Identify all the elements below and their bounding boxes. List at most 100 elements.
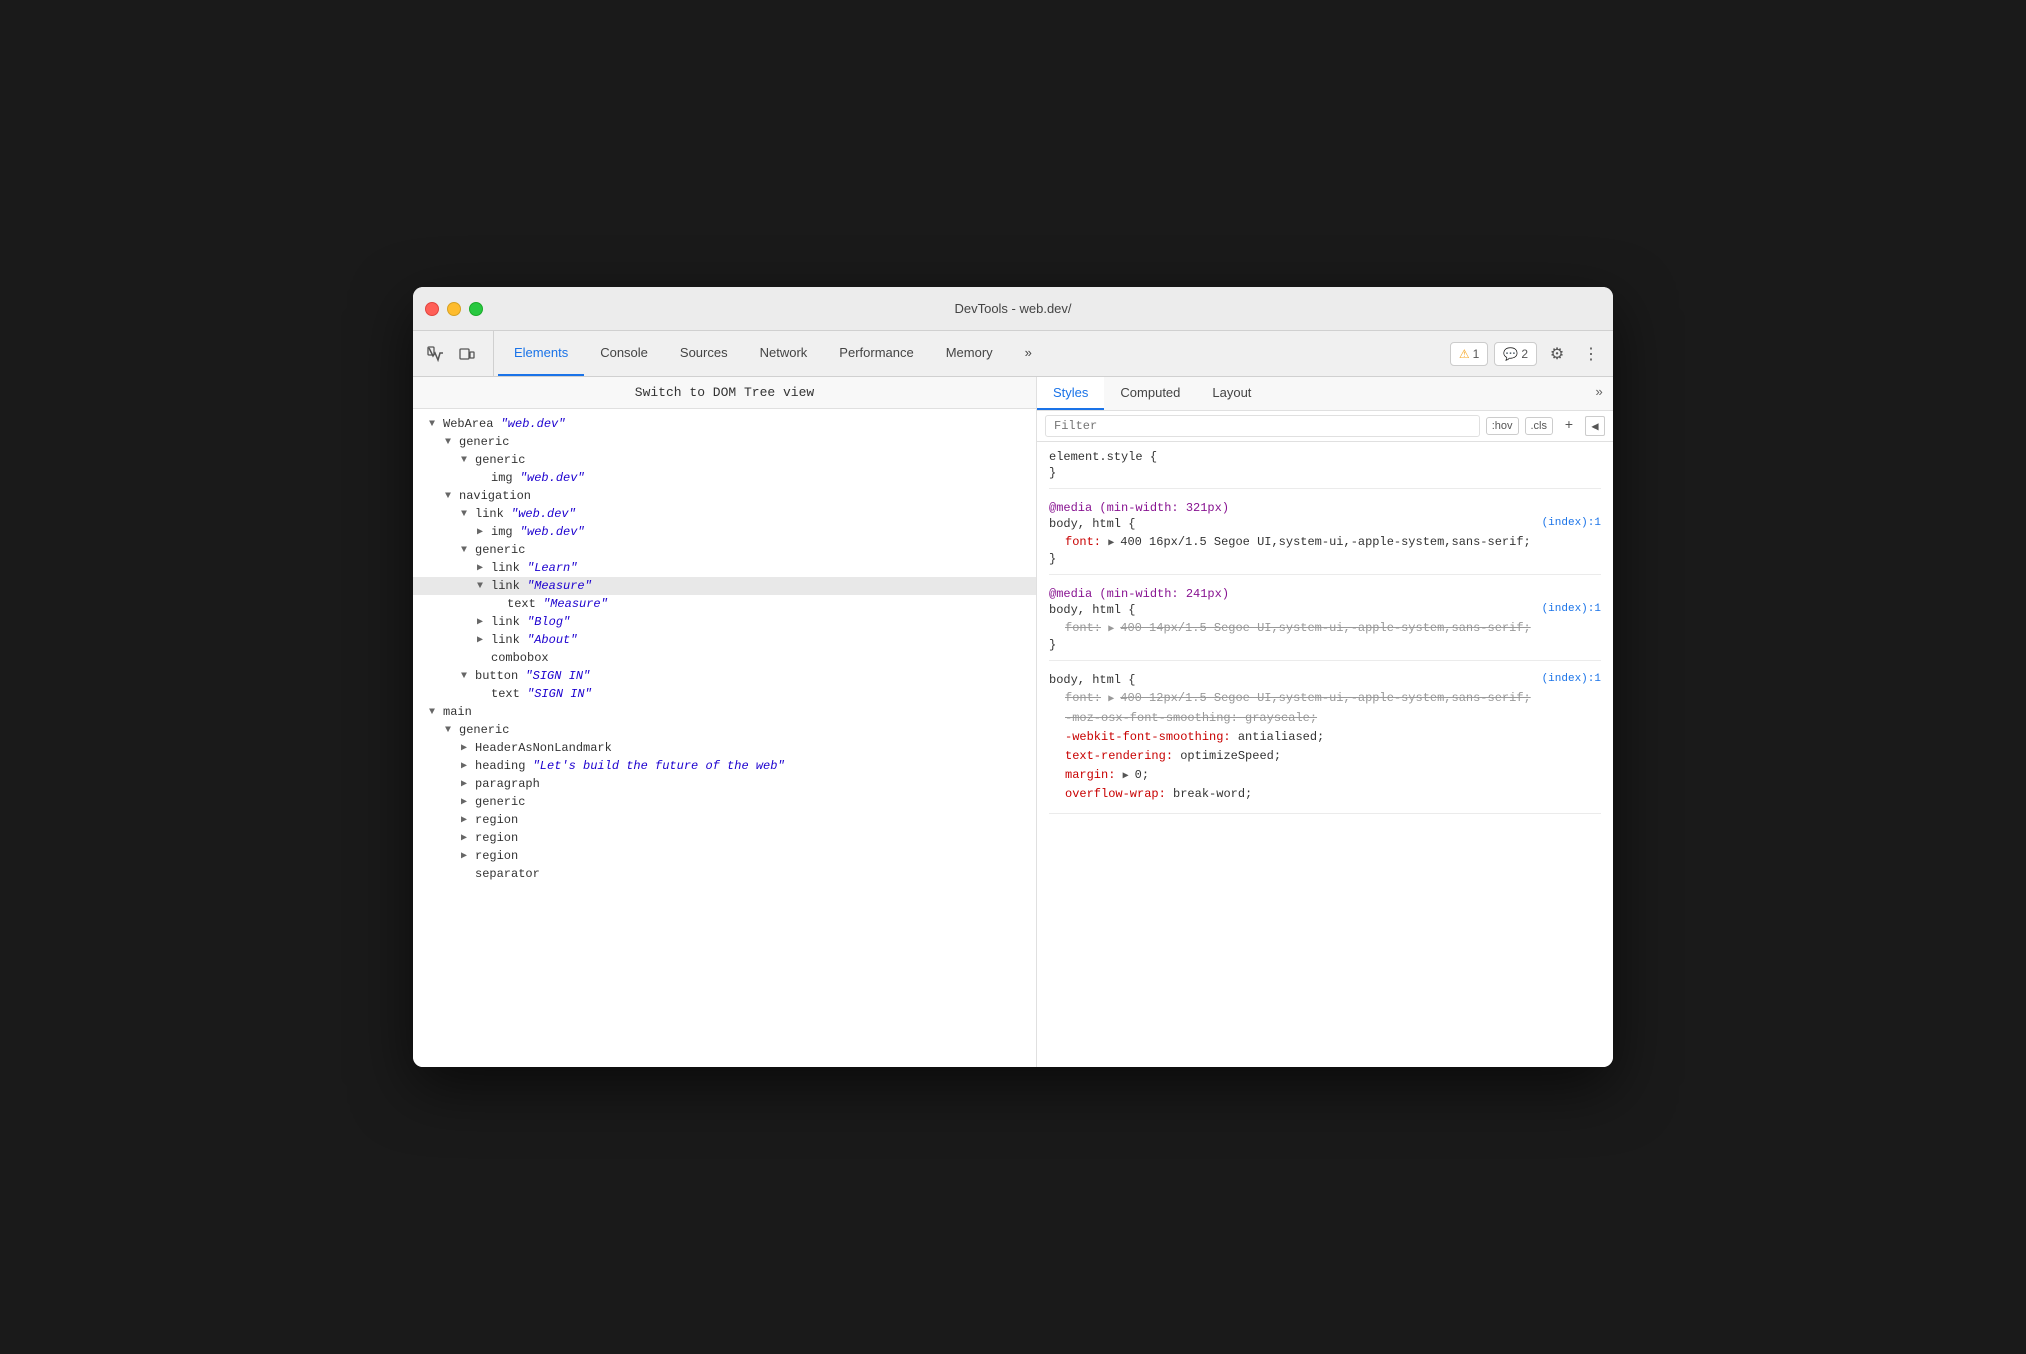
tree-row-selected[interactable]: link "Measure": [413, 577, 1036, 595]
tree-expand-arrow[interactable]: [461, 545, 475, 556]
toolbar-icons: [421, 331, 494, 376]
tree-row[interactable]: img "web.dev": [413, 469, 1036, 487]
tree-expand-arrow[interactable]: [461, 796, 475, 808]
tree-row[interactable]: region: [413, 847, 1036, 865]
warning-icon: ⚠: [1459, 347, 1470, 361]
tree-expand-arrow[interactable]: [461, 814, 475, 826]
tree-expand-arrow[interactable]: [461, 671, 475, 682]
tab-console[interactable]: Console: [584, 331, 664, 376]
tree-expand-arrow[interactable]: [429, 419, 443, 430]
tree-row[interactable]: generic: [413, 451, 1036, 469]
tree-row[interactable]: main: [413, 703, 1036, 721]
tree-row[interactable]: WebArea "web.dev": [413, 415, 1036, 433]
add-style-button[interactable]: +: [1559, 416, 1579, 436]
tree-expand-arrow[interactable]: [461, 760, 475, 772]
tree-row[interactable]: button "SIGN IN": [413, 667, 1036, 685]
style-block-media-241: @media (min-width: 241px) body, html { (…: [1049, 587, 1601, 661]
style-source[interactable]: (index):1: [1542, 603, 1601, 615]
tree-row[interactable]: text "SIGN IN": [413, 685, 1036, 703]
styles-tab-more[interactable]: »: [1585, 377, 1613, 410]
tree-expand-arrow[interactable]: [461, 778, 475, 790]
maximize-button[interactable]: [469, 302, 483, 316]
style-source[interactable]: (index):1: [1542, 517, 1601, 529]
tab-memory[interactable]: Memory: [930, 331, 1009, 376]
tree-row[interactable]: separator: [413, 865, 1036, 883]
toolbar: Elements Console Sources Network Perform…: [413, 331, 1613, 377]
toolbar-right: ⚠ 1 💬 2 ⚙ ⋮: [1450, 331, 1605, 376]
settings-icon[interactable]: ⚙: [1543, 340, 1571, 368]
tree-expand-arrow[interactable]: [477, 526, 491, 538]
tab-styles[interactable]: Styles: [1037, 377, 1104, 410]
tree-expand-arrow[interactable]: [461, 850, 475, 862]
tree-row[interactable]: combobox: [413, 649, 1036, 667]
window-title: DevTools - web.dev/: [954, 301, 1071, 316]
cls-button[interactable]: .cls: [1525, 417, 1554, 435]
styles-tabs: Styles Computed Layout »: [1037, 377, 1613, 411]
tree-row[interactable]: generic: [413, 541, 1036, 559]
style-selector: body, html { (index):1: [1049, 603, 1601, 617]
tab-performance[interactable]: Performance: [823, 331, 929, 376]
tree-expand-arrow[interactable]: [445, 437, 459, 448]
close-button[interactable]: [425, 302, 439, 316]
tree-row[interactable]: region: [413, 811, 1036, 829]
tree-row[interactable]: text "Measure": [413, 595, 1036, 613]
tree-row[interactable]: generic: [413, 433, 1036, 451]
style-selector: element.style {: [1049, 450, 1601, 464]
tab-computed[interactable]: Computed: [1104, 377, 1196, 410]
tree-row[interactable]: link "Learn": [413, 559, 1036, 577]
filter-input[interactable]: [1045, 415, 1480, 437]
styles-panel: Styles Computed Layout » :hov .cls +: [1037, 377, 1613, 1067]
device-toggle-icon[interactable]: [453, 340, 481, 368]
tree-expand-arrow[interactable]: [477, 616, 491, 628]
scroll-into-view-button[interactable]: ◀: [1585, 416, 1605, 436]
tree-row[interactable]: paragraph: [413, 775, 1036, 793]
style-rule-webkit4: overflow-wrap: break-word;: [1049, 785, 1601, 804]
inspect-icon[interactable]: [421, 340, 449, 368]
tree-row[interactable]: HeaderAsNonLandmark: [413, 739, 1036, 757]
title-bar: DevTools - web.dev/: [413, 287, 1613, 331]
style-selector: body, html { (index):1: [1049, 673, 1601, 687]
style-source[interactable]: (index):1: [1542, 673, 1601, 685]
tree-expand-arrow[interactable]: [461, 455, 475, 466]
minimize-button[interactable]: [447, 302, 461, 316]
tab-sources[interactable]: Sources: [664, 331, 744, 376]
tree-expand-arrow[interactable]: [429, 707, 443, 718]
tree-row[interactable]: link "Blog": [413, 613, 1036, 631]
style-media-query: @media (min-width: 241px): [1049, 587, 1601, 601]
dom-switch-bar[interactable]: Switch to DOM Tree view: [413, 377, 1036, 409]
tree-row[interactable]: heading "Let's build the future of the w…: [413, 757, 1036, 775]
tab-network[interactable]: Network: [744, 331, 824, 376]
tree-expand-arrow[interactable]: [461, 832, 475, 844]
info-badge[interactable]: 💬 2: [1494, 342, 1537, 366]
tree-expand-arrow[interactable]: [461, 509, 475, 520]
margin-expand-arrow[interactable]: ▶: [1123, 771, 1135, 782]
tree-row[interactable]: link "web.dev": [413, 505, 1036, 523]
tab-more[interactable]: »: [1009, 331, 1048, 376]
warning-count: 1: [1473, 347, 1480, 361]
tree-row[interactable]: img "web.dev": [413, 523, 1036, 541]
tree-expand-arrow[interactable]: [477, 562, 491, 574]
dom-tree[interactable]: WebArea "web.dev" generic generic: [413, 409, 1036, 1067]
tree-row[interactable]: region: [413, 829, 1036, 847]
tree-row[interactable]: navigation: [413, 487, 1036, 505]
style-rule-strikethrough: font: ▶ 400 12px/1.5 Segoe UI,system-ui,…: [1049, 689, 1601, 708]
tab-elements[interactable]: Elements: [498, 331, 584, 376]
warning-badge[interactable]: ⚠ 1: [1450, 342, 1488, 366]
tree-expand-arrow[interactable]: [445, 725, 459, 736]
tree-row[interactable]: link "About": [413, 631, 1036, 649]
info-icon: 💬: [1503, 347, 1518, 361]
tree-row[interactable]: generic: [413, 793, 1036, 811]
tab-layout[interactable]: Layout: [1196, 377, 1267, 410]
tree-expand-arrow[interactable]: [477, 634, 491, 646]
more-options-icon[interactable]: ⋮: [1577, 340, 1605, 368]
tree-expand-arrow[interactable]: [477, 581, 491, 592]
tree-expand-arrow[interactable]: [461, 742, 475, 754]
style-rule-webkit1: -webkit-font-smoothing: antialiased;: [1049, 728, 1601, 747]
tree-row[interactable]: generic: [413, 721, 1036, 739]
font-expand-arrow[interactable]: ▶: [1108, 538, 1120, 549]
style-rule-strikethrough: font: ▶ 400 14px/1.5 Segoe UI,system-ui,…: [1049, 619, 1601, 638]
pseudo-button[interactable]: :hov: [1486, 417, 1519, 435]
style-rule-strikethrough2: -moz-osx-font-smoothing: grayscale;: [1049, 709, 1601, 728]
devtools-window: DevTools - web.dev/ Elements C: [413, 287, 1613, 1067]
tree-expand-arrow[interactable]: [445, 491, 459, 502]
